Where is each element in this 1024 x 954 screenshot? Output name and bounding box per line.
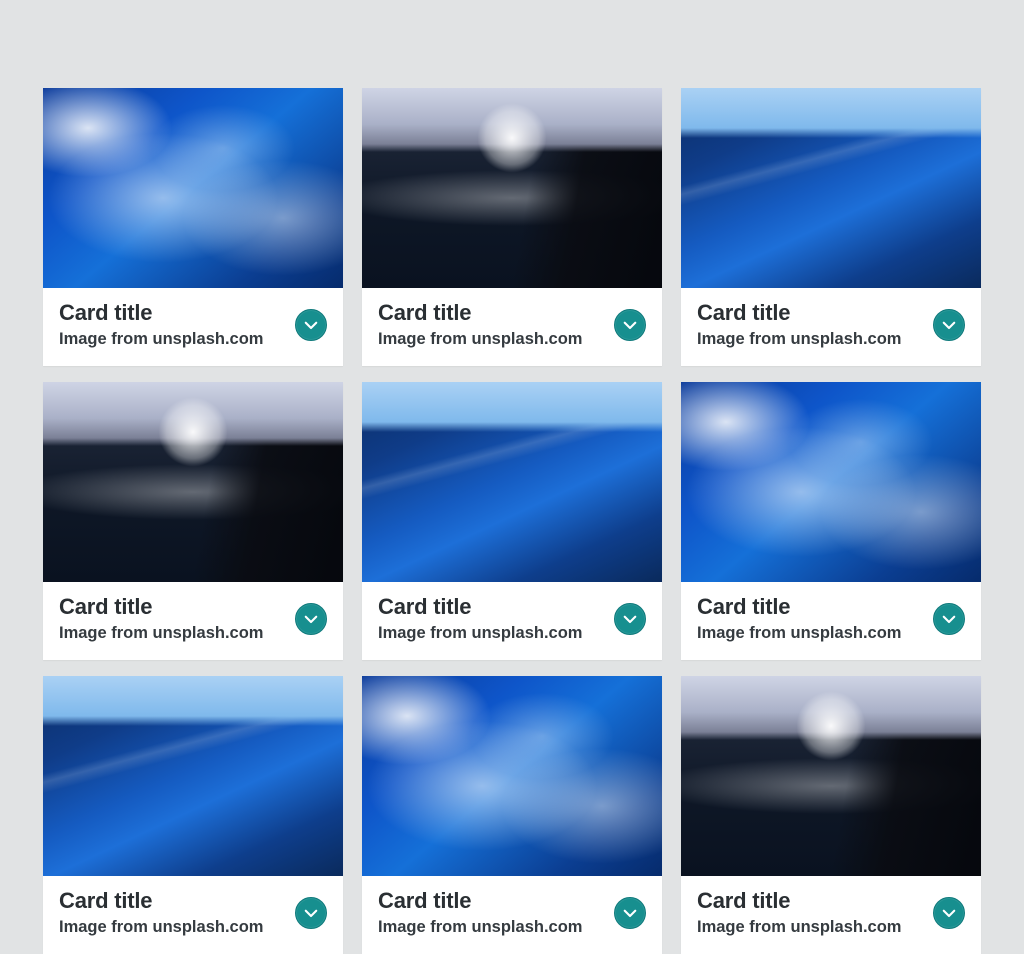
card-image — [681, 676, 981, 876]
expand-button[interactable] — [933, 897, 965, 929]
chevron-down-icon — [302, 316, 320, 334]
card[interactable]: Card title Image from unsplash.com — [43, 382, 343, 660]
chevron-down-icon — [302, 610, 320, 628]
card-subtitle: Image from unsplash.com — [59, 622, 263, 645]
card-image — [681, 88, 981, 288]
card-subtitle: Image from unsplash.com — [378, 916, 582, 939]
card[interactable]: Card title Image from unsplash.com — [362, 676, 662, 954]
chevron-down-icon — [621, 316, 639, 334]
card-image — [43, 382, 343, 582]
card-title: Card title — [59, 593, 263, 621]
card-image — [43, 88, 343, 288]
card-image — [681, 382, 981, 582]
card-subtitle: Image from unsplash.com — [59, 916, 263, 939]
card-meta: Card title Image from unsplash.com — [43, 876, 343, 954]
card-image — [362, 88, 662, 288]
card-meta: Card title Image from unsplash.com — [362, 288, 662, 366]
expand-button[interactable] — [614, 897, 646, 929]
card-title: Card title — [697, 299, 901, 327]
card-meta: Card title Image from unsplash.com — [681, 288, 981, 366]
card[interactable]: Card title Image from unsplash.com — [362, 382, 662, 660]
card-meta: Card title Image from unsplash.com — [362, 582, 662, 660]
chevron-down-icon — [940, 316, 958, 334]
card-title: Card title — [378, 299, 582, 327]
card-meta: Card title Image from unsplash.com — [43, 582, 343, 660]
card-subtitle: Image from unsplash.com — [59, 328, 263, 351]
card-meta: Card title Image from unsplash.com — [362, 876, 662, 954]
card-title: Card title — [697, 593, 901, 621]
card-grid: Card title Image from unsplash.com Card … — [0, 0, 1024, 954]
card-title: Card title — [59, 887, 263, 915]
card-image — [362, 676, 662, 876]
card-subtitle: Image from unsplash.com — [697, 916, 901, 939]
chevron-down-icon — [621, 610, 639, 628]
card-image — [43, 676, 343, 876]
card[interactable]: Card title Image from unsplash.com — [681, 382, 981, 660]
card-subtitle: Image from unsplash.com — [378, 622, 582, 645]
card-subtitle: Image from unsplash.com — [697, 622, 901, 645]
chevron-down-icon — [302, 904, 320, 922]
card[interactable]: Card title Image from unsplash.com — [681, 88, 981, 366]
expand-button[interactable] — [295, 603, 327, 635]
card[interactable]: Card title Image from unsplash.com — [43, 88, 343, 366]
chevron-down-icon — [621, 904, 639, 922]
expand-button[interactable] — [295, 897, 327, 929]
card-title: Card title — [378, 887, 582, 915]
card-title: Card title — [378, 593, 582, 621]
card-title: Card title — [59, 299, 263, 327]
card[interactable]: Card title Image from unsplash.com — [43, 676, 343, 954]
card-subtitle: Image from unsplash.com — [697, 328, 901, 351]
card[interactable]: Card title Image from unsplash.com — [362, 88, 662, 366]
card-image — [362, 382, 662, 582]
card-meta: Card title Image from unsplash.com — [43, 288, 343, 366]
card-meta: Card title Image from unsplash.com — [681, 876, 981, 954]
expand-button[interactable] — [933, 603, 965, 635]
chevron-down-icon — [940, 610, 958, 628]
card-subtitle: Image from unsplash.com — [378, 328, 582, 351]
expand-button[interactable] — [614, 309, 646, 341]
expand-button[interactable] — [933, 309, 965, 341]
chevron-down-icon — [940, 904, 958, 922]
expand-button[interactable] — [295, 309, 327, 341]
expand-button[interactable] — [614, 603, 646, 635]
card[interactable]: Card title Image from unsplash.com — [681, 676, 981, 954]
card-title: Card title — [697, 887, 901, 915]
card-meta: Card title Image from unsplash.com — [681, 582, 981, 660]
